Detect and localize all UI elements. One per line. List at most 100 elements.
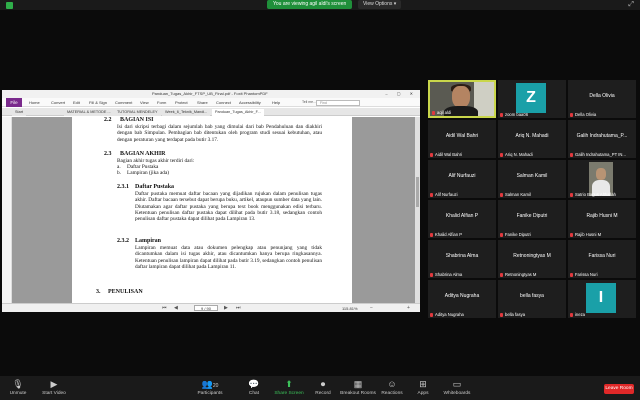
profile-photo (589, 162, 613, 196)
participant-name: bella fasya (520, 293, 544, 299)
participant-tile[interactable]: Satrio Bagus Althallah (568, 160, 636, 198)
tab-start[interactable]: Start (12, 109, 27, 116)
participant-tile[interactable]: Galih Indrahutama_P... Galih Indrahutama… (568, 120, 636, 158)
participant-name: Salman Kamil (516, 173, 548, 179)
vertical-scrollbar[interactable] (415, 117, 420, 303)
participant-tile[interactable]: Della Olivia Della Olivia (568, 80, 636, 118)
leave-room-button[interactable]: Leave Room (604, 384, 634, 394)
menu-edit[interactable]: Edit (73, 99, 80, 106)
video-face (452, 86, 470, 108)
participants-icon: 👥20 (201, 379, 219, 389)
whiteboards-button[interactable]: ▭ Whiteboards (435, 379, 479, 396)
fullscreen-icon[interactable]: ⤢ (628, 1, 634, 9)
participant-tile[interactable]: Rajib Husni M Rajib Husni M (568, 200, 636, 238)
participant-tile[interactable]: Shabrina Alma Shabrina Alma (428, 240, 496, 278)
participant-tile[interactable]: Aidil Wal Bahri Aidil Wal Bahri (428, 120, 496, 158)
tab-tutorial-mendeley[interactable]: TUTORIAL MENDELEY (114, 109, 161, 116)
participant-label: Aidil Wal Bahri (435, 152, 463, 157)
participant-tile[interactable]: Ariq N. Mahadi Ariq N. Mahadi (498, 120, 566, 158)
participant-tile[interactable]: I ineza (568, 280, 636, 318)
participant-name: Aditya Nugraha (444, 293, 480, 299)
menu-file[interactable]: File (6, 98, 22, 107)
heading-number: 2.2 (104, 117, 112, 123)
zoom-level[interactable]: 115.81% (342, 306, 358, 311)
participants-button[interactable]: 👥20 Participants (188, 379, 232, 396)
muted-mic-icon (500, 112, 503, 117)
menu-convert[interactable]: Convert (51, 99, 65, 106)
participant-name: Alif Nurfauzi (448, 173, 476, 179)
last-page-icon[interactable]: ⏭ (236, 305, 241, 312)
muted-mic-icon (430, 192, 433, 197)
muted-mic-icon (430, 152, 433, 157)
avatar: I (586, 283, 616, 313)
navigation-panel[interactable] (2, 117, 12, 303)
muted-mic-icon (432, 110, 435, 115)
document-viewport[interactable]: 2.2 BAGIAN ISI Isi dari skripsi terbagi … (12, 117, 420, 303)
menu-fill-sign[interactable]: Fill & Sign (89, 99, 107, 106)
menu-help[interactable]: Help (272, 99, 280, 106)
participant-name: Ariq N. Mahadi (515, 133, 549, 139)
muted-mic-icon (570, 192, 573, 197)
zoom-out-icon[interactable]: − (370, 305, 373, 312)
zoom-in-icon[interactable]: + (407, 305, 410, 312)
participant-name: Retnoningtyas M (513, 253, 551, 259)
view-options-button[interactable]: View Options ▾ (358, 0, 402, 9)
heading-number: 2.3.1 (117, 184, 129, 190)
participant-tile[interactable]: Khalid Alfian P Khalid Alfian P (428, 200, 496, 238)
participant-label: Fanike Diputri (505, 232, 531, 237)
participant-tile-active-speaker[interactable]: aqil aldi (428, 80, 496, 118)
muted-mic-icon (570, 112, 573, 117)
participant-label: Khalid Alfian P (435, 232, 463, 237)
pdf-page: 2.2 BAGIAN ISI Isi dari skripsi terbagi … (72, 117, 352, 303)
first-page-icon[interactable]: ⏮ (162, 305, 167, 312)
participant-tile[interactable]: Aditya Nugraha Aditya Nugraha (428, 280, 496, 318)
menu-protect[interactable]: Protect (175, 99, 188, 106)
participant-tile[interactable]: Z zoom baa06 (498, 80, 566, 118)
muted-mic-icon (500, 232, 503, 237)
participant-label: zoom baa06 (505, 112, 529, 117)
participant-tile[interactable]: Retnoningtyas M Retnoningtyas M (498, 240, 566, 278)
top-bar: You are viewing agil aldi's screen View … (0, 0, 640, 10)
heading-number: 3. (96, 289, 101, 295)
participant-tile[interactable]: Fanike Diputri Fanike Diputri (498, 200, 566, 238)
heading-penulisan: PENULISAN (108, 289, 143, 295)
muted-mic-icon (570, 152, 573, 157)
heading-number: 2.3 (104, 151, 112, 157)
menu-share[interactable]: Share (197, 99, 208, 106)
find-input[interactable]: Find (316, 100, 360, 106)
tell-me-field[interactable]: Tell me... (302, 100, 316, 104)
participant-label: Salman Kamil (505, 192, 531, 197)
participant-tile[interactable]: Farissa Nuri Farissa Nuri (568, 240, 636, 278)
participant-name: Aidil Wal Bahri (445, 133, 479, 139)
prev-page-icon[interactable]: ◀ (174, 305, 178, 312)
participant-label: Satrio Bagus Althallah (575, 192, 616, 197)
participants-count: 20 (212, 383, 219, 389)
participant-label: Rajib Husni M (575, 232, 602, 237)
start-video-button[interactable]: ▶ Start Video (32, 379, 76, 396)
muted-mic-icon (430, 272, 433, 277)
participant-tile[interactable]: bella fasya bella fasya (498, 280, 566, 318)
participant-tile[interactable]: Salman Kamil Salman Kamil (498, 160, 566, 198)
meeting-toolbar: 🎙 Unmute ▶ Start Video 👥20 Participants … (0, 376, 640, 400)
page-number-input[interactable]: 9 / 90 (194, 305, 218, 311)
tab-panduan[interactable]: Panduan_Tugas_Akhir_F... (212, 109, 264, 116)
menu-connect[interactable]: Connect (216, 99, 231, 106)
tab-week6[interactable]: Week_6_Teknik_Mandi... (162, 109, 211, 116)
video-off-icon: ▶ (50, 379, 58, 389)
participant-label: Alif Nurfauzi (435, 192, 458, 197)
menu-view[interactable]: View (140, 99, 149, 106)
menu-accessibility[interactable]: Accessibility (239, 99, 261, 106)
menu-comment[interactable]: Comment (115, 99, 132, 106)
shield-icon[interactable] (6, 2, 13, 9)
participant-label: Galih Indrahutama_PT IN... (575, 152, 626, 157)
scroll-thumb[interactable] (416, 177, 419, 207)
muted-mic-icon (500, 272, 503, 277)
menu-form[interactable]: Form (157, 99, 166, 106)
menu-home[interactable]: Home (29, 99, 40, 106)
next-page-icon[interactable]: ▶ (224, 305, 228, 312)
window-controls[interactable]: – ▢ ✕ (385, 91, 417, 96)
tab-material[interactable]: MATERIAL & METODE ... (64, 109, 114, 116)
participant-tile[interactable]: Alif Nurfauzi Alif Nurfauzi (428, 160, 496, 198)
list-item: Lampiran (jika ada) (127, 170, 170, 176)
participant-label: Retnoningtyas M (505, 272, 537, 277)
